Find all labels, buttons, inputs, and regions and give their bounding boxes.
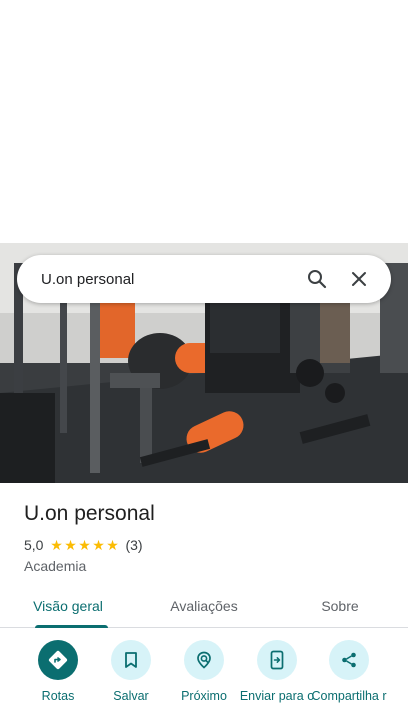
search-bar[interactable]: U.on personal (17, 255, 391, 303)
place-info: U.on personal 5,0 ★ ★ ★ ★ ★ (3) Academia (24, 500, 384, 574)
star-icon: ★ (78, 537, 91, 553)
place-category: Academia (24, 558, 87, 574)
star-icon: ★ (64, 537, 77, 553)
action-bar: Rotas Salvar Próximo Enviar para o Compa… (0, 640, 408, 726)
directions-button[interactable]: Rotas (18, 640, 98, 703)
tab-about[interactable]: Sobre (272, 585, 408, 627)
place-title: U.on personal (24, 502, 155, 525)
search-icon[interactable] (299, 261, 335, 297)
star-icon: ★ (92, 537, 105, 553)
share-label: Compartilha r (311, 689, 387, 703)
star-icon: ★ (50, 537, 63, 553)
save-button[interactable]: Salvar (91, 640, 171, 703)
nearby-icon (184, 640, 224, 680)
directions-label: Rotas (41, 689, 75, 703)
save-label: Salvar (113, 689, 149, 703)
nearby-label: Próximo (181, 689, 227, 703)
star-rating: ★ ★ ★ ★ ★ (49, 538, 119, 552)
tab-overview[interactable]: Visão geral (0, 585, 136, 628)
review-count[interactable]: (3) (125, 537, 142, 553)
tab-bar: Visão geral Avaliações Sobre (0, 585, 408, 628)
share-button[interactable]: Compartilha r (309, 640, 389, 703)
bookmark-icon (111, 640, 151, 680)
directions-icon (38, 640, 78, 680)
rating-row[interactable]: 5,0 ★ ★ ★ ★ ★ (3) (24, 536, 384, 554)
nearby-button[interactable]: Próximo (164, 640, 244, 703)
blank-header-area (0, 0, 408, 243)
send-to-phone-label: Enviar para o (239, 689, 315, 703)
close-icon[interactable] (341, 261, 377, 297)
share-icon (329, 640, 369, 680)
search-query-text[interactable]: U.on personal (41, 271, 293, 288)
send-to-phone-button[interactable]: Enviar para o (237, 640, 317, 703)
send-to-phone-icon (257, 640, 297, 680)
tab-reviews[interactable]: Avaliações (136, 585, 272, 627)
star-icon: ★ (106, 537, 119, 553)
rating-value: 5,0 (24, 537, 44, 553)
